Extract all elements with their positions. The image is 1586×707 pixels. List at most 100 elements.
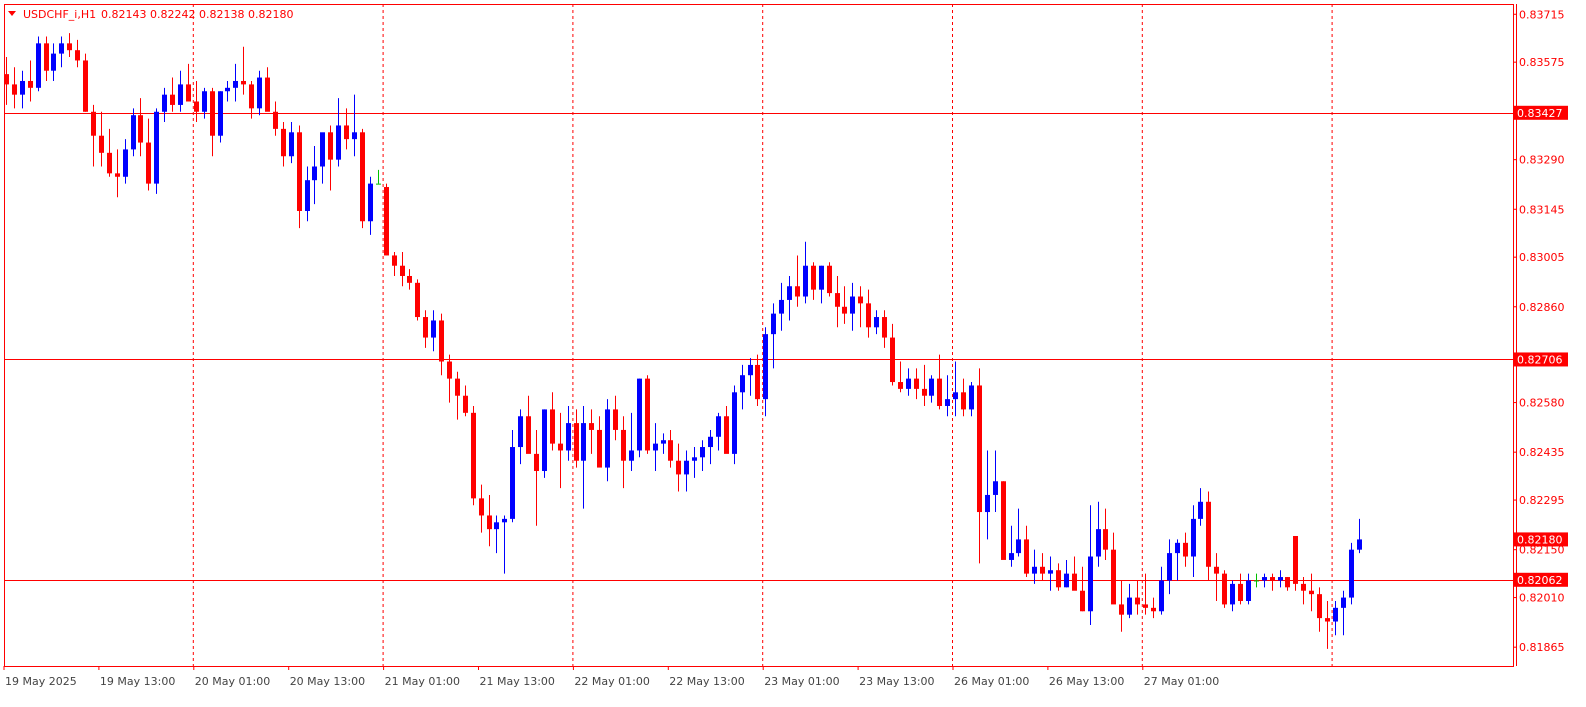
x-tick-label: 20 May 13:00 — [290, 675, 365, 688]
candle-body — [1238, 583, 1243, 601]
candle-body — [1301, 583, 1306, 591]
candle-body — [653, 443, 658, 451]
candle-body — [882, 317, 887, 338]
candle-body — [257, 77, 262, 109]
candle-body — [218, 91, 223, 136]
candle-body — [581, 423, 586, 461]
y-tick-label: 0.83290 — [1519, 154, 1565, 167]
candle-body — [1349, 549, 1354, 598]
candle-body — [344, 125, 349, 140]
candle-body — [186, 84, 191, 102]
candle — [154, 108, 159, 194]
candle-body — [131, 115, 136, 150]
candle-body — [1333, 607, 1338, 622]
candle-body — [708, 436, 713, 448]
candle-body — [732, 392, 737, 454]
candle-body — [605, 409, 610, 468]
candle-body — [91, 111, 96, 136]
candle-body — [613, 409, 618, 430]
x-tick-label: 21 May 13:00 — [480, 675, 555, 688]
candle-body — [763, 334, 768, 400]
candle-body — [795, 286, 800, 297]
candle-body — [1040, 566, 1045, 574]
candle — [732, 385, 737, 465]
x-tick-label: 23 May 01:00 — [764, 675, 839, 688]
y-tick-label: 0.83005 — [1519, 251, 1565, 264]
price-label-text: 0.82062 — [1517, 574, 1563, 587]
chart-plot-frame — [4, 4, 1514, 667]
candle-body — [1341, 597, 1346, 608]
candle-body — [83, 60, 88, 112]
candle-body — [945, 399, 950, 406]
candle-body — [1096, 529, 1101, 557]
candle-body — [1198, 501, 1203, 519]
candle — [471, 405, 476, 506]
candle-body — [1262, 577, 1267, 581]
candle-body — [146, 142, 151, 184]
candle-body — [28, 80, 33, 88]
candle-body — [1111, 549, 1116, 605]
candle-body — [874, 317, 879, 328]
candle-body — [59, 43, 64, 54]
candle-body — [827, 265, 832, 294]
price-label-text: 0.83427 — [1517, 107, 1563, 120]
candle-body — [115, 173, 120, 177]
candle-body — [890, 337, 895, 383]
candle-body — [1127, 597, 1132, 615]
candle-body — [75, 50, 80, 61]
time-axis: 19 May 2025 19 May 13:00 20 May 01:00 20 Ma… — [3, 666, 1219, 688]
candle-body — [376, 183, 381, 185]
candle-body — [1103, 529, 1108, 550]
candle-body — [1183, 542, 1188, 557]
chart-header: USDCHF_i,H1 0.82143 0.82242 0.82138 0.82… — [8, 8, 293, 21]
candle-body — [99, 135, 104, 153]
candle-body — [1167, 553, 1172, 581]
candle-body — [1048, 570, 1053, 574]
candle — [83, 53, 88, 112]
candle-body — [1064, 573, 1069, 588]
candle-body — [407, 275, 412, 283]
symbol-label: USDCHF_i,H1 — [23, 8, 96, 21]
candle — [645, 375, 650, 454]
candle-body — [518, 416, 523, 448]
candle-body — [977, 385, 982, 513]
x-tick-label: 26 May 13:00 — [1049, 675, 1124, 688]
candle-body — [249, 84, 254, 109]
y-tick-label: 0.82860 — [1519, 301, 1565, 314]
price-label: 0.82062 — [1514, 572, 1568, 587]
candle-body — [914, 378, 919, 389]
candle-body — [684, 460, 689, 475]
candle-body — [692, 457, 697, 461]
candle-body — [312, 166, 317, 181]
candle-body — [787, 286, 792, 300]
candle-body — [866, 303, 871, 328]
candle-body — [1119, 604, 1124, 615]
candle-body — [1159, 580, 1164, 612]
x-tick-label: 21 May 01:00 — [385, 675, 460, 688]
candle-body — [202, 91, 207, 112]
candle-body — [400, 265, 405, 276]
candle-body — [740, 375, 745, 393]
candle-body — [969, 385, 974, 410]
candle-body — [803, 265, 808, 297]
candle-body — [629, 450, 634, 461]
candle-body — [1230, 583, 1235, 605]
candle-body — [44, 43, 49, 71]
candle-body — [597, 429, 602, 468]
candle — [360, 128, 365, 229]
candle-body — [1357, 539, 1362, 550]
candle — [218, 91, 223, 143]
candle-body — [1088, 556, 1093, 612]
candle-body — [700, 447, 705, 458]
price-label: 0.83427 — [1514, 105, 1568, 120]
candle-body — [1175, 542, 1180, 554]
candle-body — [194, 101, 199, 112]
candle-body — [1009, 553, 1014, 560]
candle-body — [819, 265, 824, 290]
candle-body — [4, 74, 9, 85]
candle-body — [779, 299, 784, 314]
candle — [1293, 535, 1298, 591]
candle-body — [210, 91, 215, 136]
candle-body — [1214, 566, 1219, 574]
candle-body — [1325, 618, 1330, 622]
